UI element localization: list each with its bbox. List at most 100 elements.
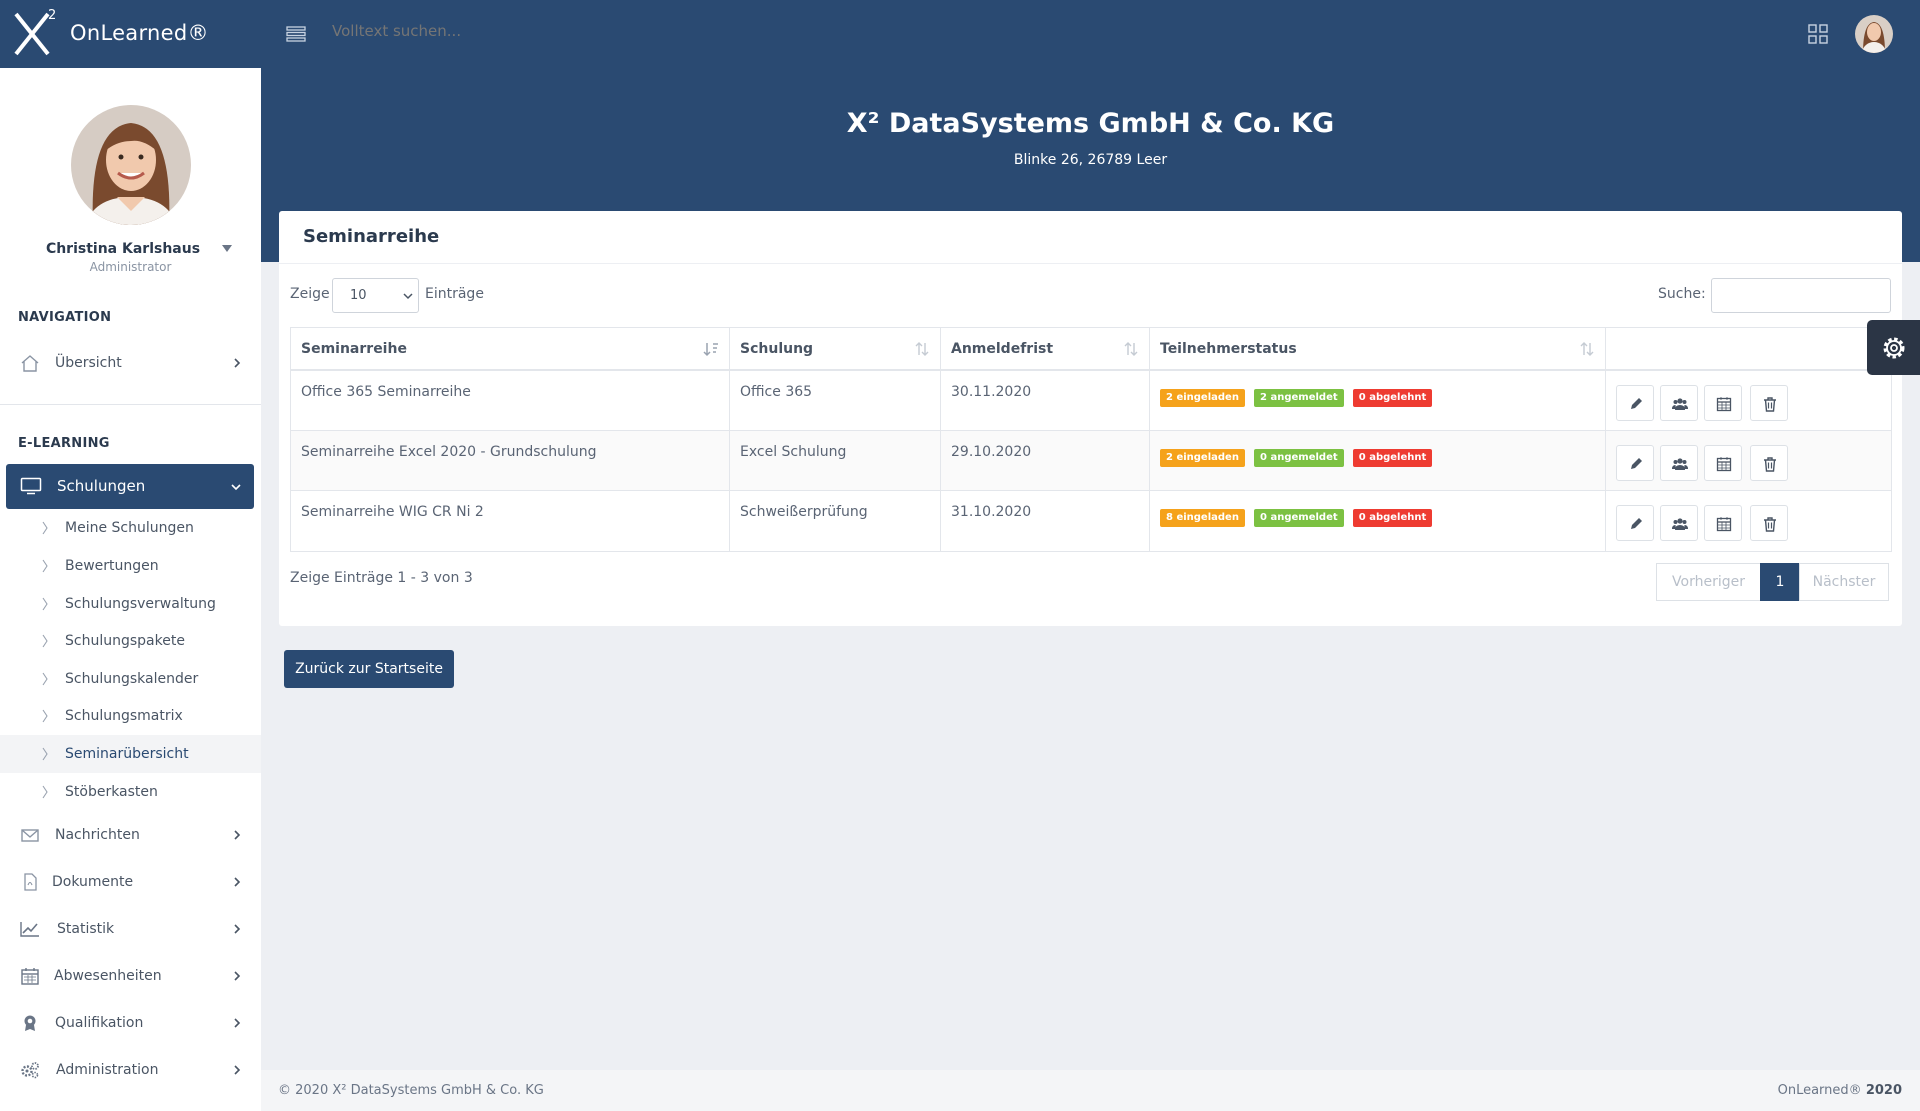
- sidebar-item-dokumente[interactable]: Dokumente: [0, 862, 261, 902]
- chevron-right-icon: [42, 634, 48, 648]
- sidebar-item-label: Statistik: [57, 921, 115, 937]
- sort-icon: [1124, 342, 1138, 356]
- column-header-actions: [1606, 328, 1891, 369]
- column-header-teilnehmerstatus[interactable]: Teilnehmerstatus: [1150, 328, 1606, 369]
- footer-year: 2020: [1865, 1083, 1902, 1098]
- table-search-label: Suche:: [1658, 286, 1706, 302]
- sidebar-subitem-stoeberkasten[interactable]: Stöberkasten: [0, 773, 261, 811]
- sidebar-subitem-label: Schulungskalender: [65, 671, 199, 687]
- pencil-icon: [1631, 458, 1642, 469]
- footer-brand: OnLearned® 2020: [1778, 1083, 1902, 1098]
- pagination-next[interactable]: Nächster: [1799, 563, 1889, 601]
- envelope-icon: [21, 829, 39, 842]
- calendar-button[interactable]: [1704, 445, 1742, 481]
- column-header-schulung[interactable]: Schulung: [730, 328, 941, 369]
- delete-button[interactable]: [1750, 505, 1788, 541]
- users-icon: [1672, 518, 1688, 530]
- edit-button[interactable]: [1616, 505, 1654, 541]
- table-row: Seminarreihe Excel 2020 - Grundschulung …: [291, 431, 1891, 491]
- status-badge-registered: 0 angemeldet: [1254, 449, 1344, 467]
- column-header-label: Anmeldefrist: [951, 341, 1054, 357]
- footer: © 2020 X² DataSystems GmbH & Co. KG OnLe…: [261, 1070, 1920, 1111]
- profile-dropdown-icon[interactable]: [222, 245, 232, 252]
- chevron-down-icon: [403, 293, 413, 300]
- sidebar-subitem-meine-schulungen[interactable]: Meine Schulungen: [0, 509, 261, 547]
- sort-icon: [915, 342, 929, 356]
- gear-icon: [1883, 337, 1905, 359]
- participants-button[interactable]: [1660, 445, 1698, 481]
- seminarreihe-card: Seminarreihe Zeige 10 Einträge Suche: Se…: [279, 211, 1902, 626]
- status-badge-invited: 8 eingeladen: [1160, 509, 1245, 527]
- sidebar-subitem-seminaruebersicht[interactable]: Seminarübersicht: [0, 735, 261, 773]
- chevron-right-icon: [234, 924, 241, 934]
- sidebar-subitem-label: Schulungsmatrix: [65, 708, 183, 724]
- brand[interactable]: 2 OnLearned®: [0, 0, 261, 68]
- sidebar-item-qualifikation[interactable]: Qualifikation: [0, 1003, 261, 1043]
- sidebar-subitem-bewertungen[interactable]: Bewertungen: [0, 547, 261, 585]
- status-badge-registered: 2 angemeldet: [1254, 389, 1344, 407]
- sidebar-subitem-schulungsmatrix[interactable]: Schulungsmatrix: [0, 697, 261, 735]
- sidebar-item-administration[interactable]: Administration: [0, 1050, 261, 1090]
- cell-anmeldefrist: 30.11.2020: [951, 384, 1032, 400]
- edit-button[interactable]: [1616, 385, 1654, 421]
- menu-toggle-icon[interactable]: [286, 24, 306, 44]
- pagination-page-1[interactable]: 1: [1760, 563, 1800, 601]
- sidebar-item-abwesenheiten[interactable]: Abwesenheiten: [0, 956, 261, 996]
- edit-button[interactable]: [1616, 445, 1654, 481]
- trash-icon: [1764, 457, 1776, 472]
- certificate-icon: [24, 1015, 36, 1031]
- calendar-button[interactable]: [1704, 505, 1742, 541]
- table-info: Zeige Einträge 1 - 3 von 3: [290, 570, 473, 586]
- divider: [0, 404, 261, 405]
- user-avatar[interactable]: [1855, 15, 1893, 53]
- profile-name[interactable]: Christina Karlshaus: [0, 241, 246, 257]
- sidebar-item-schulungen[interactable]: Schulungen: [6, 464, 254, 509]
- column-header-seminarreihe[interactable]: Seminarreihe: [291, 328, 730, 369]
- calendar-icon: [1716, 397, 1732, 412]
- sidebar-item-nachrichten[interactable]: Nachrichten: [0, 815, 261, 855]
- sidebar-subitem-schulungskalender[interactable]: Schulungskalender: [0, 660, 261, 698]
- sidebar-subitem-schulungspakete[interactable]: Schulungspakete: [0, 622, 261, 660]
- cell-schulung: Excel Schulung: [740, 444, 847, 460]
- status-badge-invited: 2 eingeladen: [1160, 449, 1245, 467]
- chevron-right-icon: [42, 709, 48, 723]
- table-row: Office 365 Seminarreihe Office 365 30.11…: [291, 371, 1891, 431]
- pencil-icon: [1631, 518, 1642, 529]
- sidebar-item-statistik[interactable]: Statistik: [0, 909, 261, 949]
- cell-anmeldefrist: 31.10.2020: [951, 504, 1032, 520]
- brand-logo-icon: 2: [14, 8, 56, 56]
- delete-button[interactable]: [1750, 445, 1788, 481]
- sidebar-item-label: Administration: [56, 1062, 159, 1078]
- column-header-anmeldefrist[interactable]: Anmeldefrist: [941, 328, 1150, 369]
- calendar-button[interactable]: [1704, 385, 1742, 421]
- sidebar-subitem-schulungsverwaltung[interactable]: Schulungsverwaltung: [0, 585, 261, 623]
- cell-seminarreihe: Office 365 Seminarreihe: [301, 384, 471, 400]
- chevron-right-icon: [42, 785, 48, 799]
- sidebar-item-label: Nachrichten: [55, 827, 140, 843]
- column-header-label: Seminarreihe: [301, 341, 407, 357]
- entries-per-page-value: 10: [350, 288, 367, 303]
- fulltext-search-input[interactable]: [332, 22, 632, 40]
- delete-button[interactable]: [1750, 385, 1788, 421]
- status-badge-invited: 2 eingeladen: [1160, 389, 1245, 407]
- status-badge-declined: 0 abgelehnt: [1352, 449, 1433, 467]
- pagination-previous[interactable]: Vorheriger: [1656, 563, 1761, 601]
- table-search-input[interactable]: [1711, 278, 1891, 313]
- company-name: X² DataSystems GmbH & Co. KG: [846, 108, 1335, 139]
- card-title: Seminarreihe: [303, 226, 440, 247]
- chevron-right-icon: [42, 521, 48, 535]
- brand-name: OnLearned®: [70, 21, 209, 45]
- profile-avatar: [71, 105, 191, 225]
- company-address: Blinke 26, 26789 Leer: [1013, 152, 1168, 168]
- back-to-home-button[interactable]: Zurück zur Startseite: [284, 650, 454, 688]
- entries-per-page-select[interactable]: 10: [332, 278, 419, 313]
- chevron-right-icon: [234, 877, 241, 887]
- participants-button[interactable]: [1660, 385, 1698, 421]
- sidebar-subitem-label: Seminarübersicht: [65, 746, 189, 762]
- participants-button[interactable]: [1660, 505, 1698, 541]
- sidebar-item-overview[interactable]: Übersicht: [0, 343, 261, 383]
- cell-seminarreihe: Seminarreihe Excel 2020 - Grundschulung: [301, 444, 597, 460]
- settings-panel-toggle[interactable]: [1867, 320, 1920, 375]
- apps-grid-icon[interactable]: [1808, 24, 1828, 44]
- calendar-icon: [1716, 457, 1732, 472]
